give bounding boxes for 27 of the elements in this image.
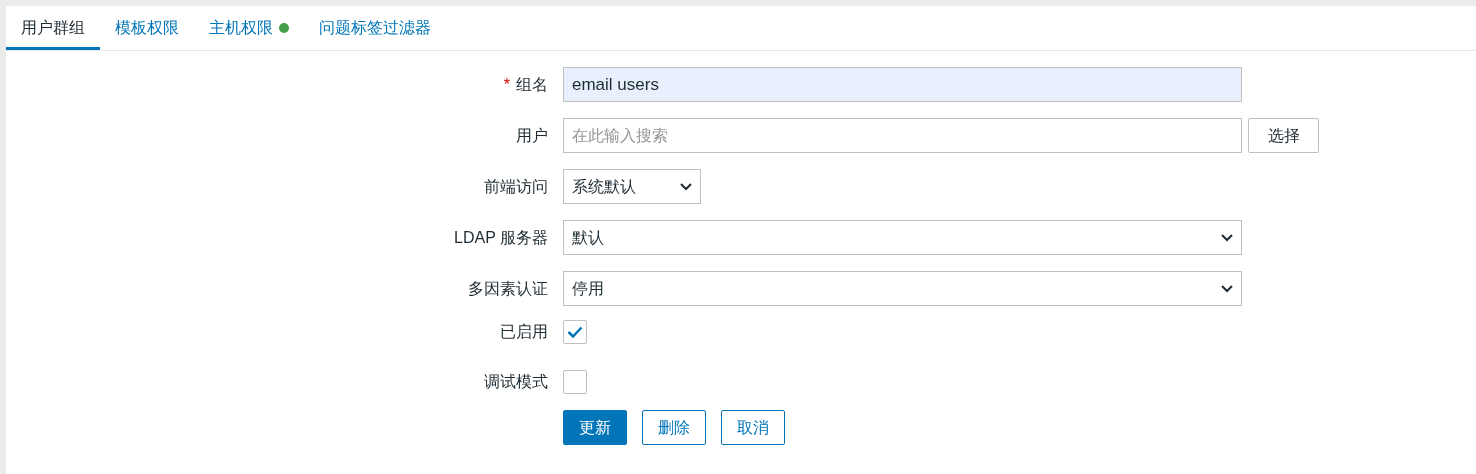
field-label: 调试模式: [484, 372, 548, 392]
field-label: 前端访问: [484, 176, 548, 197]
chevron-down-icon: [1221, 233, 1233, 242]
chevron-down-icon: [1221, 284, 1233, 293]
tab[interactable]: 模板权限: [100, 6, 194, 50]
field-label: 多因素认证: [468, 278, 548, 299]
select-button[interactable]: 选择: [1248, 118, 1319, 153]
tab[interactable]: 问题标签过滤器: [304, 6, 446, 50]
action-button[interactable]: 更新: [563, 410, 627, 445]
checkmark-icon: [567, 326, 583, 338]
action-button[interactable]: 取消: [721, 410, 785, 445]
required-asterisk: *: [503, 74, 510, 95]
checkbox[interactable]: [563, 320, 587, 344]
action-button[interactable]: 删除: [642, 410, 706, 445]
chevron-down-icon: [680, 182, 692, 191]
field-label: LDAP 服务器: [454, 227, 548, 248]
dropdown[interactable]: 默认: [563, 220, 1242, 255]
field-label: 用户: [516, 125, 548, 146]
group-name-field[interactable]: email users: [563, 67, 1242, 102]
field-label: 组名: [516, 74, 548, 95]
dropdown[interactable]: 系统默认: [563, 169, 701, 204]
dropdown[interactable]: 停用: [563, 271, 1242, 306]
users-search-field[interactable]: 在此输入搜索: [563, 118, 1242, 153]
tab[interactable]: 用户群组: [6, 6, 100, 50]
checkbox[interactable]: [563, 370, 587, 394]
tab[interactable]: 主机权限: [194, 6, 304, 50]
field-label: 已启用: [500, 322, 548, 342]
